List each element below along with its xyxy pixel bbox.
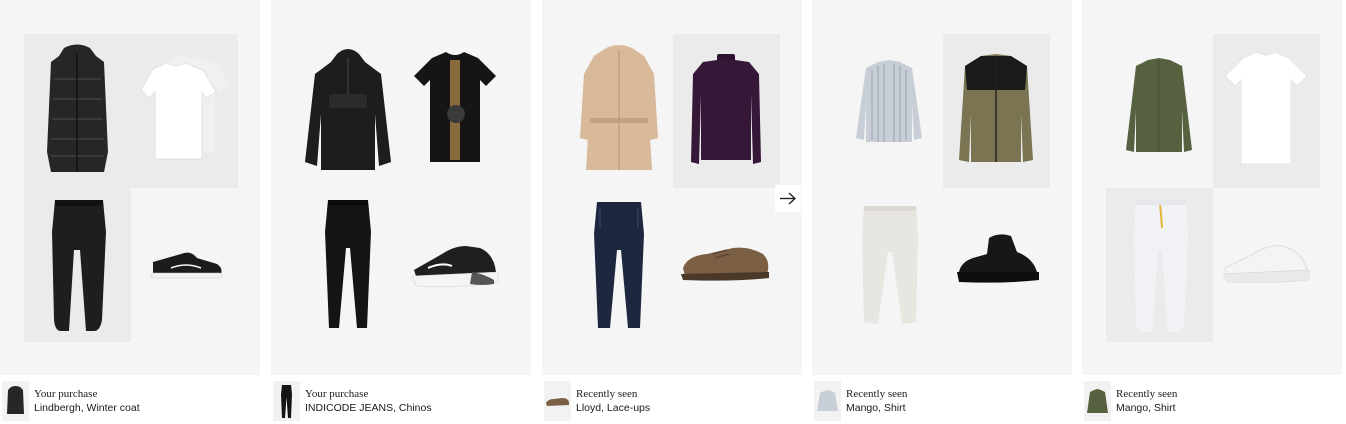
black-chinos-image [295,188,402,342]
carousel-next-button[interactable] [775,185,801,212]
outfit-label: Recently seen [1116,388,1178,400]
outfit-thumbnail [814,381,841,421]
black-sneaker-image [131,188,238,342]
black-high-top-sneaker-image [943,188,1050,342]
outfit-thumbnail [273,381,300,421]
green-shirt-image [1106,34,1213,188]
outfit-caption[interactable]: Recently seen Lloyd, Lace-ups [542,379,802,423]
outfit-card-2[interactable]: Your purchase INDICODE JEANS, Chinos [271,0,531,424]
outfit-caption[interactable]: Your purchase Lindbergh, Winter coat [0,379,260,423]
olive-fleece-jacket-image [943,34,1050,188]
black-joggers-image [24,188,131,342]
black-puffer-coat-image [24,34,131,188]
arrow-right-icon [775,185,801,212]
outfit-label: Your purchase [305,388,369,400]
outfit-caption[interactable]: Recently seen Mango, Shirt [1082,379,1342,423]
dark-blue-jeans-image [566,188,673,342]
outfit-image-panel[interactable] [812,0,1072,375]
outfit-product-name: Mango, Shirt [846,402,906,414]
beige-trench-coat-image [566,34,673,188]
striped-shirt-image [836,34,943,188]
brown-lace-up-shoe-image [673,188,780,342]
black-printed-t-shirt-image [402,34,509,188]
outfit-image-panel[interactable] [1082,0,1342,375]
black-hooded-jacket-image [295,34,402,188]
outfit-product-name: Lindbergh, Winter coat [34,402,140,414]
purple-turtleneck-image [673,34,780,188]
outfit-card-3[interactable]: Recently seen Lloyd, Lace-ups [542,0,802,424]
black-running-sneaker-image [402,188,509,342]
outfit-card-5[interactable]: Recently seen Mango, Shirt [1082,0,1342,424]
white-sneaker-image [1213,188,1320,342]
outfit-caption[interactable]: Your purchase INDICODE JEANS, Chinos [271,379,531,423]
outfit-caption[interactable]: Recently seen Mango, Shirt [812,379,1072,423]
outfit-label: Recently seen [576,388,638,400]
white-t-shirts-image [131,34,238,188]
outfit-product-name: Mango, Shirt [1116,402,1176,414]
outfit-product-name: INDICODE JEANS, Chinos [305,402,432,414]
outfit-thumbnail [1084,381,1111,421]
outfit-label: Recently seen [846,388,908,400]
outfit-card-1[interactable]: Your purchase Lindbergh, Winter coat [0,0,260,424]
outfit-card-4[interactable]: Recently seen Mango, Shirt [812,0,1072,424]
outfit-product-name: Lloyd, Lace-ups [576,402,651,414]
outfit-image-panel[interactable] [0,0,260,375]
outfit-thumbnail [544,381,571,421]
white-joggers-image [1106,188,1213,342]
white-trousers-image [836,188,943,342]
outfit-image-panel[interactable] [271,0,531,375]
white-t-shirt-image [1213,34,1320,188]
outfit-label: Your purchase [34,388,98,400]
outfit-image-panel[interactable] [542,0,802,375]
outfit-thumbnail [2,381,29,421]
